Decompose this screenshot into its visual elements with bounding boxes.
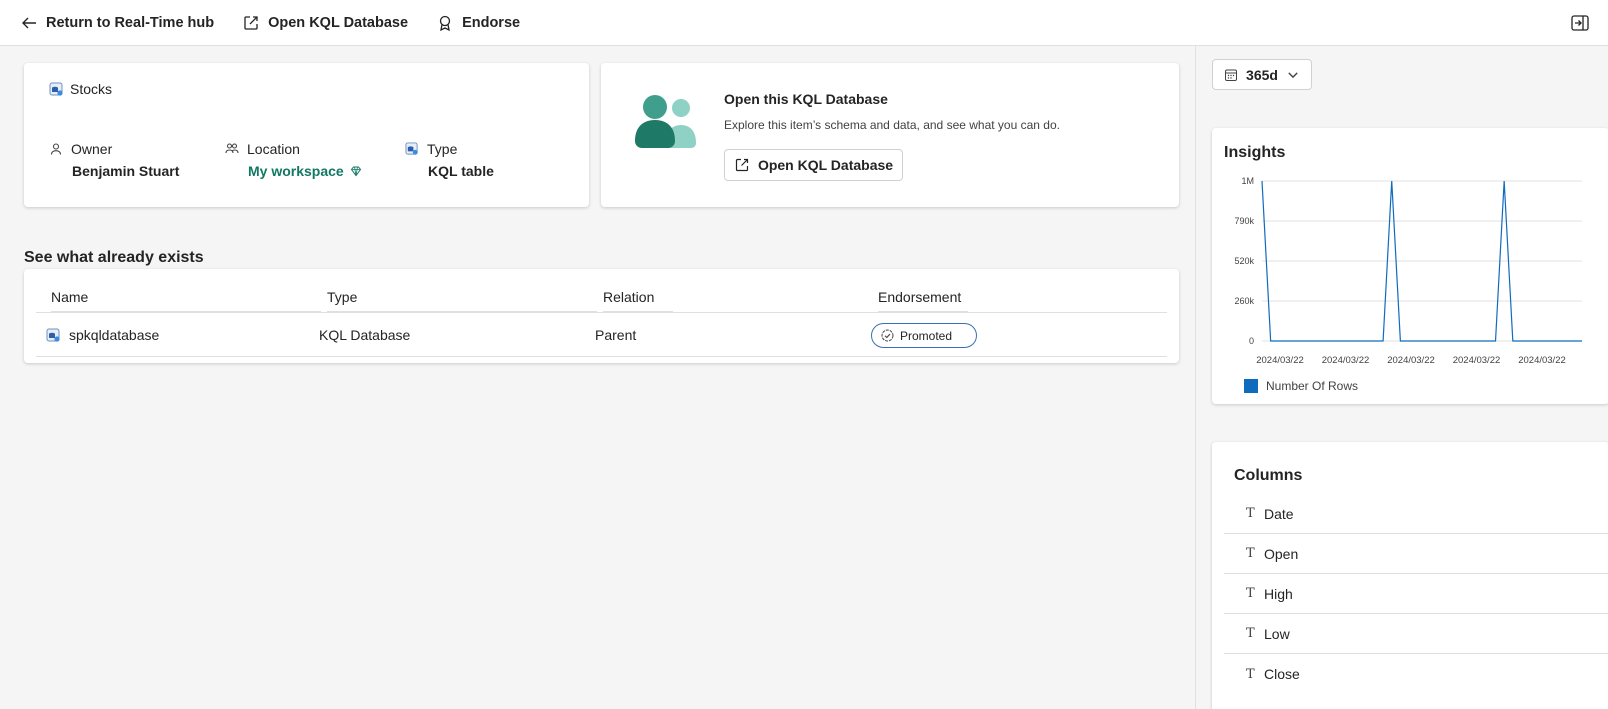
y-tick-label: 790k: [1234, 216, 1254, 226]
text-type-icon: T: [1246, 586, 1255, 601]
insights-card: Insights 0 260k 520k 790k 1M 2024/03/22 2024/0…: [1212, 128, 1608, 404]
type-label: Type: [427, 141, 458, 157]
row-type: KQL Database: [319, 327, 411, 343]
check-badge-icon: [881, 329, 894, 342]
owner-field: Owner Benjamin Stuart: [49, 141, 179, 179]
column-item[interactable]: T Date: [1224, 494, 1608, 534]
open-kql-database-button[interactable]: Open KQL Database: [724, 149, 903, 181]
section-title: See what already exists: [24, 249, 204, 266]
chevron-down-icon: [1288, 71, 1298, 78]
text-type-icon: T: [1246, 506, 1255, 521]
open-button-label: Open KQL Database: [757, 157, 894, 173]
endorse-label: Endorse: [462, 14, 521, 31]
x-tick-label: 2024/03/22: [1387, 355, 1435, 366]
rows-line-chart: 0 260k 520k 790k 1M 2024/03/22 2024/03/22 2024/…: [1234, 176, 1582, 366]
chart-legend[interactable]: Number Of Rows: [1244, 379, 1358, 393]
x-tick-label: 2024/03/22: [1518, 355, 1566, 366]
text-type-icon: T: [1246, 546, 1255, 561]
time-range-dropdown[interactable]: 365d: [1212, 59, 1312, 90]
open-label: Open KQL Database: [268, 14, 409, 31]
item-details-card: Stocks Owner Benjamin Stuart Location My…: [24, 63, 589, 207]
related-items-table: Name Type Relation Endorsement spkqldata…: [24, 269, 1179, 363]
column-name: Open: [1264, 545, 1299, 562]
column-item[interactable]: T High: [1224, 574, 1608, 614]
kql-table-icon: [49, 82, 63, 96]
ribbon-icon: [439, 15, 451, 31]
x-tick-label: 2024/03/22: [1256, 355, 1304, 366]
top-toolbar: Return to Real-Time hub Open KQL Databas…: [0, 0, 1608, 46]
columns-card: Columns T Date T Open T High T Low T Close: [1212, 442, 1608, 709]
diamond-premium-icon: [350, 166, 361, 177]
kql-table-icon: [405, 142, 418, 155]
column-header-type[interactable]: Type: [327, 289, 597, 312]
type-value: KQL table: [428, 163, 494, 179]
open-kql-database-toolbar-button[interactable]: Open KQL Database: [242, 14, 408, 32]
endorse-button[interactable]: Endorse: [436, 14, 520, 32]
column-header-endorsement[interactable]: Endorsement: [878, 289, 968, 312]
people-group-icon: [225, 143, 239, 154]
text-type-icon: T: [1246, 666, 1255, 682]
y-tick-label: 0: [1249, 336, 1254, 346]
table-row[interactable]: spkqldatabase KQL Database Parent Promot…: [36, 313, 1167, 357]
open-external-icon: [244, 15, 258, 30]
column-name: Low: [1264, 625, 1290, 642]
column-item[interactable]: T Open: [1224, 534, 1608, 574]
columns-list: T Date T Open T High T Low T Close: [1224, 494, 1608, 694]
x-tick-label: 2024/03/22: [1453, 355, 1501, 366]
return-label: Return to Real-Time hub: [46, 14, 215, 31]
arrow-left-icon: [22, 17, 36, 28]
y-tick-label: 520k: [1234, 256, 1254, 266]
column-name: Date: [1264, 505, 1294, 522]
insights-title: Insights: [1224, 144, 1286, 161]
columns-title: Columns: [1234, 467, 1303, 484]
row-name[interactable]: spkqldatabase: [69, 327, 159, 343]
item-name: Stocks: [49, 81, 112, 97]
collapse-panel-icon[interactable]: [1570, 13, 1590, 33]
calendar-icon: [1225, 69, 1238, 81]
open-database-card: Open this KQL Database Explore this item…: [601, 63, 1179, 207]
column-name: High: [1264, 585, 1293, 602]
table-header: Name Type Relation Endorsement: [36, 269, 1167, 313]
people-illustration-icon: [635, 95, 696, 148]
person-icon: [50, 143, 62, 155]
legend-swatch: [1244, 379, 1258, 393]
item-name-text: Stocks: [70, 81, 113, 97]
column-item[interactable]: T Low: [1224, 614, 1608, 654]
row-name-cell: spkqldatabase: [46, 327, 159, 343]
location-label: Location: [247, 141, 300, 157]
main-content: Stocks Owner Benjamin Stuart Location My…: [0, 46, 1195, 709]
location-link[interactable]: My workspace: [248, 163, 362, 179]
type-field: Type KQL table: [405, 141, 494, 179]
y-tick-label: 260k: [1234, 296, 1254, 306]
text-type-icon: T: [1246, 626, 1255, 641]
endorsement-text: Promoted: [900, 328, 953, 343]
location-value: My workspace: [248, 163, 344, 179]
legend-label: Number Of Rows: [1266, 379, 1359, 393]
column-item[interactable]: T Close: [1224, 654, 1608, 694]
open-card-description: Explore this item’s schema and data, and…: [724, 118, 1060, 132]
return-to-hub-button[interactable]: Return to Real-Time hub: [20, 14, 214, 32]
column-header-name[interactable]: Name: [51, 289, 321, 312]
column-name: Close: [1264, 666, 1300, 682]
open-card-title: Open this KQL Database: [724, 91, 888, 107]
row-relation: Parent: [595, 327, 637, 343]
x-tick-label: 2024/03/22: [1322, 355, 1370, 366]
location-field: Location My workspace: [225, 141, 362, 179]
endorsement-badge: Promoted: [871, 323, 977, 348]
side-panel: 365d Insights 0 260k 520k 790k 1M 2024/03/22 2…: [1195, 46, 1608, 709]
owner-label: Owner: [71, 141, 113, 157]
time-range-value: 365d: [1246, 66, 1278, 83]
owner-value: Benjamin Stuart: [72, 163, 180, 179]
y-tick-label: 1M: [1241, 176, 1254, 186]
column-header-relation[interactable]: Relation: [603, 289, 673, 312]
kql-database-icon: [46, 328, 60, 342]
open-external-icon: [735, 158, 749, 172]
